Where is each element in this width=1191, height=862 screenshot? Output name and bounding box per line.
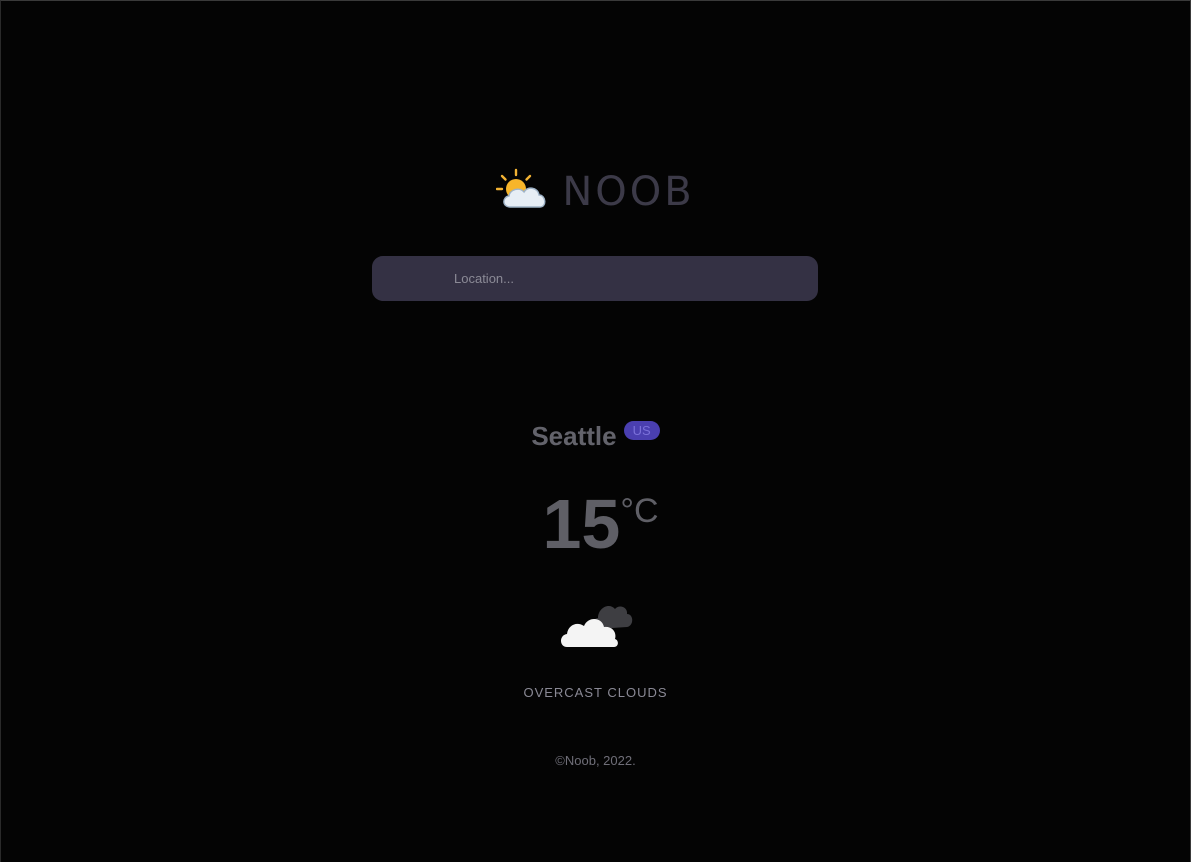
app-page: NOOB Seattle US 15 °C OVERCAST CLOUDS ©N… [0,0,1191,862]
location-search-input[interactable] [454,256,794,301]
overcast-clouds-icon [561,605,633,647]
location-row: Seattle US [1,419,1190,452]
temperature-value: 15 [542,485,621,563]
sun-behind-cloud-icon [496,168,546,208]
city-name: Seattle [531,421,617,451]
brand-header: NOOB [1,167,1190,217]
temperature-unit: °C [620,492,659,530]
temperature-row: 15 °C [1,486,1190,562]
country-badge: US [623,421,660,440]
search-bar[interactable] [372,256,818,301]
footer-copyright: ©Noob, 2022. [555,753,636,768]
brand-name: NOOB [562,169,695,215]
weather-description: OVERCAST CLOUDS [523,685,668,700]
